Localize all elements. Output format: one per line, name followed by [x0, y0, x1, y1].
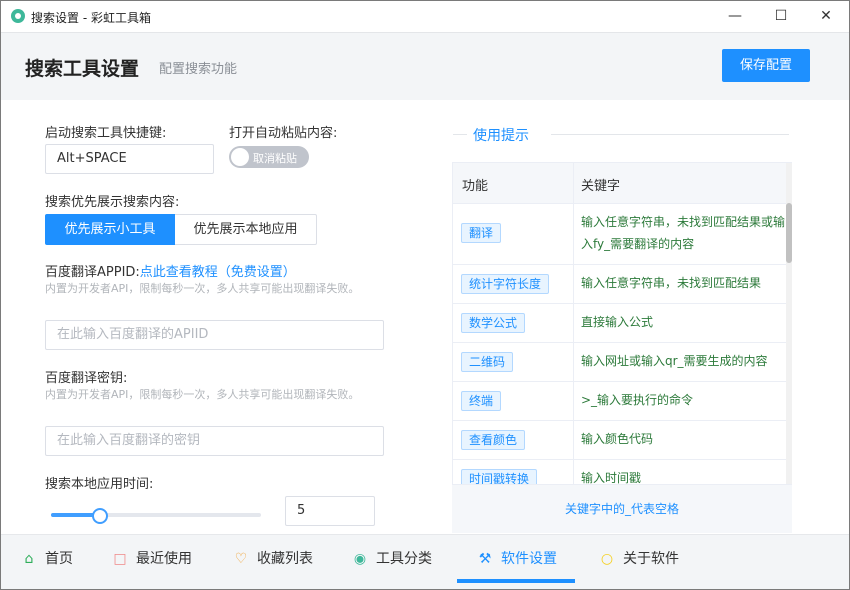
settings-window: 搜索设置 - 彩虹工具箱 — ☐ ✕ 搜索工具设置 配置搜索功能 保存配置 启动…: [0, 0, 850, 590]
nav-label: 收藏列表: [257, 551, 313, 567]
slider-handle[interactable]: [92, 508, 109, 524]
keyword-text: >_输入要执行的命令: [581, 393, 694, 407]
table-row: 终端 >_输入要执行的命令: [453, 381, 791, 421]
secret-label: 百度翻译密钥:: [45, 371, 128, 386]
heart-icon: ♡: [234, 551, 248, 567]
hotkey-input[interactable]: Alt+SPACE: [45, 144, 214, 174]
section-divider-left: [453, 134, 467, 135]
priority-tools-option[interactable]: 优先展示小工具: [45, 214, 175, 245]
wrench-icon: ⚒: [478, 551, 492, 567]
home-icon: ⌂: [24, 551, 34, 567]
nav-label: 工具分类: [376, 551, 432, 567]
maximize-icon[interactable]: ☐: [758, 1, 804, 32]
table-row: 查看颜色 输入颜色代码: [453, 420, 791, 460]
function-tag: 数学公式: [461, 313, 526, 333]
page-title: 搜索工具设置: [25, 58, 140, 80]
nav-label: 软件设置: [501, 551, 557, 567]
section-divider-right: [551, 134, 789, 135]
app-logo-icon: [11, 9, 25, 23]
nav-item-settings[interactable]: ⚒ 软件设置: [477, 535, 557, 583]
table-row: 数学公式 直接输入公式: [453, 303, 791, 343]
minimize-icon[interactable]: —: [712, 1, 758, 32]
page-subtitle: 配置搜索功能: [159, 62, 238, 77]
keyword-text: 输入颜色代码: [581, 432, 654, 446]
scrollbar-thumb[interactable]: [786, 203, 792, 263]
function-tag: 查看颜色: [461, 430, 526, 450]
header-function: 功能: [462, 179, 489, 194]
function-tag: 时间戳转换: [461, 469, 538, 484]
function-tag: 二维码: [461, 352, 514, 372]
tips-scrollbar[interactable]: [786, 163, 792, 484]
table-row: 翻译 输入任意字符串，未找到匹配结果或输入fy_需要翻译的内容: [453, 203, 791, 265]
table-row: 二维码 输入网址或输入qr_需要生成的内容: [453, 342, 791, 382]
tips-table-header: 功能 关键字: [453, 163, 791, 204]
nav-label: 最近使用: [136, 551, 192, 567]
local-time-label: 搜索本地应用时间:: [45, 477, 154, 492]
autopaste-toggle[interactable]: 取消粘贴: [229, 146, 309, 168]
priority-label: 搜索优先展示搜索内容:: [45, 195, 180, 210]
keyword-text: 输入时间戳: [581, 471, 642, 485]
title-bar: 搜索设置 - 彩虹工具箱 — ☐ ✕: [1, 1, 849, 32]
appid-tutorial-link[interactable]: 点此查看教程（免费设置）: [140, 265, 296, 280]
nav-item-categories[interactable]: ◉ 工具分类: [352, 535, 432, 583]
keyword-text: 直接输入公式: [581, 315, 654, 329]
page-header: 搜索工具设置 配置搜索功能 保存配置: [1, 32, 849, 100]
local-time-input[interactable]: 5: [285, 496, 375, 526]
appid-input[interactable]: 在此输入百度翻译的APIID: [45, 320, 384, 350]
function-tag: 翻译: [461, 223, 502, 243]
function-tag: 统计字符长度: [461, 274, 550, 294]
keyword-text: 输入任意字符串，未找到匹配结果: [581, 276, 762, 290]
secret-hint: 内置为开发者API，限制每秒一次，多人共享可能出现翻译失败。: [45, 388, 360, 401]
bulb-icon: ○: [600, 551, 614, 567]
tips-footer: 关键字中的_代表空格: [452, 485, 792, 533]
close-icon[interactable]: ✕: [803, 1, 849, 32]
active-tab-indicator: [457, 579, 575, 583]
function-tag: 终端: [461, 391, 502, 411]
toggle-knob: [231, 148, 249, 166]
bottom-nav: ⌂ 首页 □ 最近使用 ♡ 收藏列表 ◉ 工具分类 ⚒ 软件设置 ○ 关于软件: [1, 534, 849, 589]
category-icon: ◉: [353, 551, 367, 567]
local-time-slider[interactable]: [51, 508, 261, 524]
autopaste-label: 打开自动粘贴内容:: [229, 126, 338, 141]
table-row: 时间戳转换 输入时间戳: [453, 459, 791, 485]
nav-label: 关于软件: [623, 551, 679, 567]
header-keyword: 关键字: [581, 179, 621, 194]
nav-item-recent[interactable]: □ 最近使用: [112, 535, 192, 583]
nav-label: 首页: [45, 551, 73, 567]
nav-item-home[interactable]: ⌂ 首页: [21, 535, 73, 583]
tips-table: 功能 关键字 翻译 输入任意字符串，未找到匹配结果或输入fy_需要翻译的内容 统…: [452, 162, 792, 485]
hotkey-label: 启动搜索工具快捷键:: [45, 126, 167, 141]
priority-local-option[interactable]: 优先展示本地应用: [175, 214, 317, 245]
tips-title: 使用提示: [473, 128, 529, 144]
save-config-button[interactable]: 保存配置: [722, 49, 810, 82]
table-row: 统计字符长度 输入任意字符串，未找到匹配结果: [453, 264, 791, 304]
folder-icon: □: [113, 551, 127, 567]
nav-item-about[interactable]: ○ 关于软件: [599, 535, 679, 583]
toggle-text: 取消粘贴: [253, 152, 297, 165]
keyword-text: 输入网址或输入qr_需要生成的内容: [581, 354, 768, 368]
keyword-text: 输入任意字符串，未找到匹配结果或输入fy_需要翻译的内容: [581, 215, 786, 251]
appid-hint: 内置为开发者API，限制每秒一次，多人共享可能出现翻译失败。: [45, 282, 360, 295]
appid-label-text: 百度翻译APPID:: [45, 265, 140, 280]
window-title: 搜索设置 - 彩虹工具箱: [31, 11, 151, 25]
secret-input[interactable]: 在此输入百度翻译的密钥: [45, 426, 384, 456]
appid-label: 百度翻译APPID:点此查看教程（免费设置）: [45, 261, 296, 280]
nav-item-favorites[interactable]: ♡ 收藏列表: [233, 535, 313, 583]
